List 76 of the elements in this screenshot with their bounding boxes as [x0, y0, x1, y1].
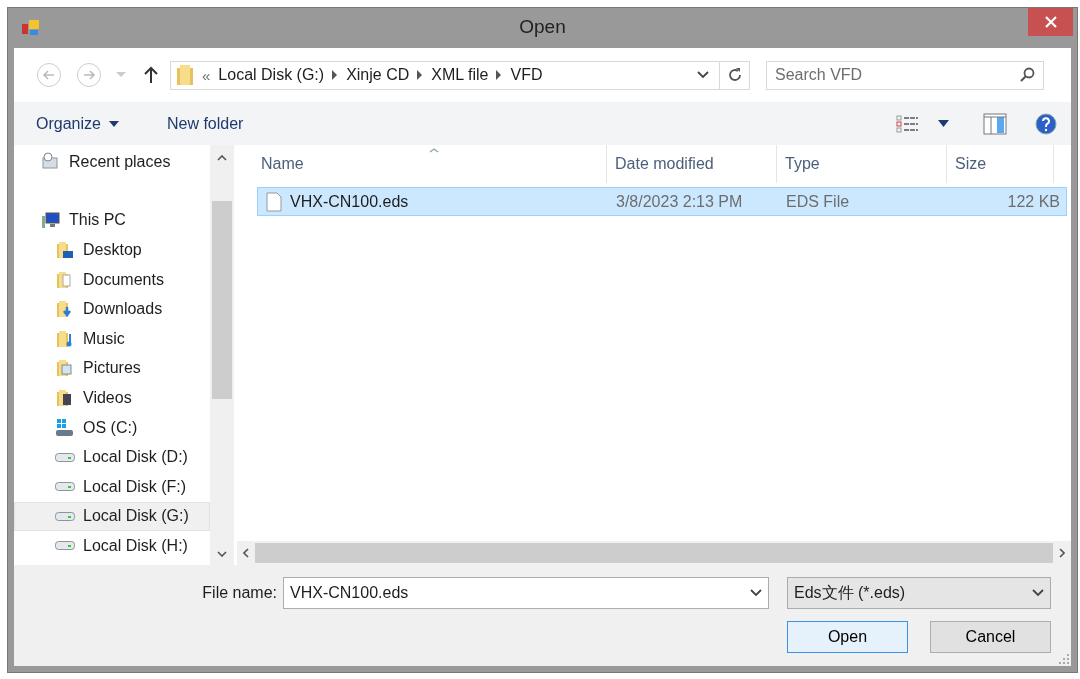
overflow-chevron[interactable]: «: [202, 66, 211, 84]
app-icon: [21, 18, 41, 38]
sidebar-item[interactable]: Documents: [14, 264, 210, 295]
sidebar-item[interactable]: Music: [14, 323, 210, 354]
address-bar[interactable]: « Local Disk (G:) Xinje CD XML file VFD: [170, 60, 750, 90]
caret-icon: [108, 120, 119, 127]
caret-icon[interactable]: [938, 120, 949, 127]
search-icon: [1019, 66, 1035, 83]
breadcrumb[interactable]: VFD: [510, 66, 543, 84]
scroll-down-icon[interactable]: [217, 551, 227, 557]
downloads-icon: [57, 301, 73, 318]
table-cell: 3/8/2023 2:13 PM: [616, 192, 743, 210]
open-button[interactable]: Open: [787, 621, 908, 653]
breadcrumb[interactable]: Xinje CD: [346, 66, 410, 84]
resize-grip-icon[interactable]: [1059, 654, 1069, 664]
music-icon: [57, 330, 73, 347]
vertical-scrollbar[interactable]: [210, 145, 234, 565]
folder-icon: [176, 64, 196, 86]
videos-icon: [57, 389, 73, 406]
chevron-down-icon[interactable]: [697, 71, 709, 79]
sidebar-item[interactable]: Local Disk (G:): [14, 501, 210, 532]
new-folder-button[interactable]: New folder: [160, 110, 250, 137]
search-field[interactable]: Search VFD: [766, 60, 1044, 90]
sidebar-item[interactable]: Pictures: [14, 353, 210, 384]
file-name-label: File name:: [202, 584, 277, 602]
column-header[interactable]: Size: [947, 145, 1054, 183]
chevron-down-icon[interactable]: [750, 589, 762, 597]
file-icon: [266, 191, 282, 212]
file-name-field[interactable]: VHX-CN100.eds: [283, 577, 769, 609]
view-options-icon[interactable]: [896, 114, 918, 133]
column-header[interactable]: Date modified: [607, 145, 777, 183]
close-button[interactable]: [1028, 8, 1073, 36]
sidebar-item[interactable]: Local Disk (D:): [14, 442, 210, 472]
drive-icon: [55, 541, 75, 551]
horizontal-scrollbar[interactable]: [237, 541, 1071, 565]
chevron-right-icon[interactable]: [417, 70, 424, 80]
os-drive-icon: [55, 418, 75, 438]
column-header[interactable]: Name: [237, 145, 607, 183]
chevron-down-icon[interactable]: [1032, 589, 1044, 597]
sidebar-item[interactable]: Videos: [14, 383, 210, 413]
drive-icon: [55, 482, 75, 492]
table-cell: EDS File: [786, 192, 850, 210]
table-cell: VHX-CN100.eds: [290, 192, 409, 211]
documents-icon: [57, 271, 73, 288]
window-title: Open: [519, 16, 566, 37]
up-button[interactable]: [144, 66, 158, 84]
sidebar-item[interactable]: This PC: [14, 205, 210, 236]
refresh-icon: [726, 67, 743, 83]
desktop-icon: [57, 242, 73, 258]
chevron-right-icon[interactable]: [332, 70, 339, 80]
scroll-right-icon[interactable]: [1059, 548, 1065, 558]
cancel-button[interactable]: Cancel: [930, 621, 1051, 653]
breadcrumb[interactable]: Local Disk (G:): [218, 66, 325, 84]
pictures-icon: [57, 360, 73, 377]
preview-pane-icon[interactable]: [983, 112, 1007, 135]
drive-icon: [55, 452, 75, 462]
sidebar-item[interactable]: OS (C:): [14, 412, 210, 443]
column-header[interactable]: Type: [777, 145, 947, 183]
pc-icon: [41, 210, 61, 230]
table-cell: 122 KB: [1007, 192, 1060, 210]
chevron-right-icon[interactable]: [496, 70, 503, 80]
recent-icon: [41, 152, 61, 172]
sidebar-item[interactable]: Desktop: [14, 235, 210, 265]
sidebar-item[interactable]: Local Disk (F:): [14, 471, 210, 502]
file-row[interactable]: VHX-CN100.eds 3/8/2023 2:13 PM EDS File 122 KB: [257, 187, 1067, 216]
scroll-up-icon[interactable]: [217, 155, 227, 161]
file-type-dropdown[interactable]: Eds文件 (*.eds): [787, 577, 1051, 609]
sidebar-item[interactable]: Downloads: [14, 294, 210, 324]
sidebar-item[interactable]: Recent places: [14, 147, 210, 177]
drive-icon: [55, 511, 75, 521]
help-icon[interactable]: [1035, 112, 1057, 135]
scroll-left-icon[interactable]: [243, 548, 249, 558]
breadcrumb[interactable]: XML file: [431, 66, 489, 84]
sidebar-item[interactable]: Local Disk (H:): [14, 531, 210, 561]
close-icon: [1043, 15, 1058, 29]
organize-menu[interactable]: Organize: [30, 110, 125, 137]
